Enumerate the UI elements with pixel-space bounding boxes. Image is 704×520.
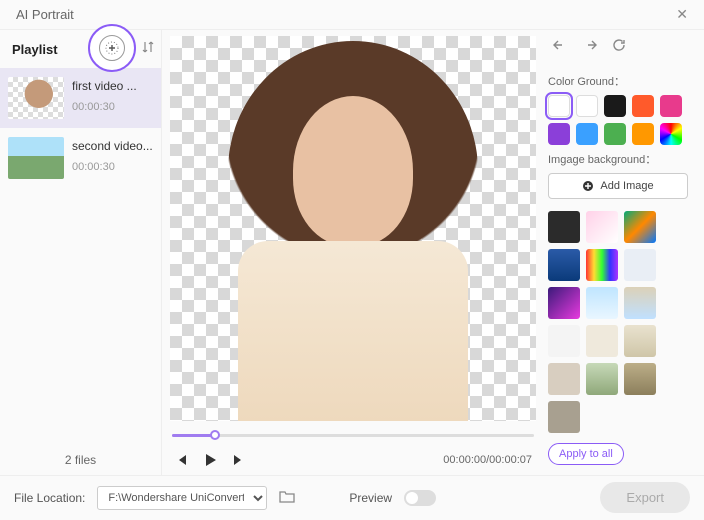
add-highlight-ring [88, 24, 136, 72]
bg-thumb[interactable] [548, 211, 580, 243]
bg-thumb[interactable] [586, 249, 618, 281]
plus-target-icon [105, 41, 119, 55]
close-icon[interactable]: ✕ [676, 6, 688, 23]
export-button[interactable]: Export [600, 482, 690, 513]
sort-icon[interactable] [142, 40, 154, 57]
color-swatch[interactable] [632, 95, 654, 117]
file-count: 2 files [0, 453, 161, 475]
playlist-thumb [8, 77, 64, 119]
color-swatch[interactable] [548, 95, 570, 117]
open-folder-icon[interactable] [279, 489, 295, 506]
color-swatch[interactable] [604, 123, 626, 145]
plus-circle-icon [582, 180, 594, 192]
subject-cutout [193, 36, 513, 421]
color-swatch[interactable] [660, 95, 682, 117]
bg-thumb[interactable] [624, 325, 656, 357]
file-location-label: File Location: [14, 491, 85, 505]
color-swatch[interactable] [660, 123, 682, 145]
color-swatches [548, 95, 690, 145]
color-swatch[interactable] [576, 95, 598, 117]
window-title: AI Portrait [16, 7, 74, 22]
play-button[interactable] [202, 452, 218, 468]
redo-icon[interactable] [582, 38, 598, 55]
prev-frame-button[interactable] [174, 453, 188, 467]
bg-thumb[interactable] [548, 325, 580, 357]
bg-thumb[interactable] [624, 249, 656, 281]
bg-thumb[interactable] [624, 287, 656, 319]
colorground-label: Color Ground： [548, 73, 690, 89]
playlist-panel: Playlist first video ... 00:00:30 [0, 30, 162, 475]
bg-thumb[interactable] [548, 287, 580, 319]
next-frame-button[interactable] [232, 453, 246, 467]
imagebg-label: Imgage background： [548, 151, 690, 167]
playlist-item-name: first video ... [72, 79, 137, 93]
playlist-item-duration: 00:00:30 [72, 101, 137, 113]
playlist-item-duration: 00:00:30 [72, 161, 153, 173]
add-image-button[interactable]: Add Image [548, 173, 688, 199]
add-image-label: Add Image [600, 180, 653, 192]
bg-thumb[interactable] [548, 401, 580, 433]
preview-label: Preview [349, 491, 392, 505]
color-swatch[interactable] [632, 123, 654, 145]
color-swatch[interactable] [604, 95, 626, 117]
timecode: 00:00:00/00:00:07 [443, 454, 532, 466]
playlist-label: Playlist [12, 42, 58, 57]
preview-toggle[interactable] [404, 490, 436, 506]
timeline-slider[interactable] [172, 425, 534, 445]
bg-thumb[interactable] [548, 363, 580, 395]
apply-all-button[interactable]: Apply to all [548, 443, 624, 465]
bg-thumb[interactable] [624, 211, 656, 243]
bg-thumb[interactable] [624, 363, 656, 395]
preview-canvas[interactable] [170, 36, 536, 421]
playlist-item[interactable]: first video ... 00:00:30 [0, 68, 161, 128]
undo-icon[interactable] [552, 38, 568, 55]
bg-thumb[interactable] [586, 211, 618, 243]
playlist-item[interactable]: second video... 00:00:30 [0, 128, 161, 188]
playlist-thumb [8, 137, 64, 179]
bg-thumb[interactable] [586, 287, 618, 319]
reset-icon[interactable] [612, 38, 626, 55]
bg-thumb[interactable] [586, 325, 618, 357]
color-swatch[interactable] [576, 123, 598, 145]
bg-thumb-grid [548, 211, 690, 433]
bg-thumb[interactable] [586, 363, 618, 395]
color-swatch[interactable] [548, 123, 570, 145]
add-media-button[interactable] [99, 35, 125, 61]
preview-panel: 00:00:00/00:00:07 [162, 30, 544, 475]
file-location-select[interactable]: F:\Wondershare UniConverte... [97, 486, 267, 510]
bg-thumb[interactable] [548, 249, 580, 281]
playlist-item-name: second video... [72, 139, 153, 153]
options-panel: Color Ground： Imgage background： Add Ima… [544, 30, 704, 475]
